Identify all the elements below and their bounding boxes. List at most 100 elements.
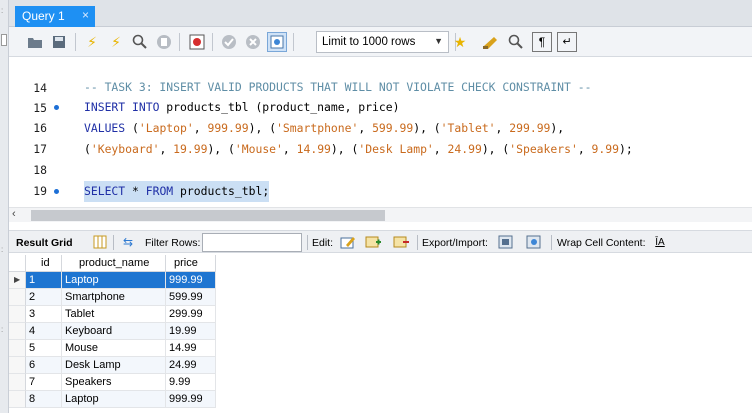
commit-icon[interactable] bbox=[219, 32, 239, 52]
beautify-icon[interactable] bbox=[481, 32, 501, 52]
sql-punctuation: , bbox=[358, 121, 373, 135]
sql-keyword: FROM bbox=[145, 184, 174, 198]
table-row[interactable]: 4 Keyboard 19.99 bbox=[9, 323, 752, 340]
table-row[interactable]: 3 Tablet 299.99 bbox=[9, 306, 752, 323]
limit-rows-value: Limit to 1000 rows bbox=[322, 36, 416, 48]
grid-view-icon[interactable] bbox=[91, 234, 109, 250]
table-cell-id[interactable]: 7 bbox=[26, 374, 62, 391]
folder-open-icon[interactable] bbox=[25, 32, 45, 52]
row-selector[interactable] bbox=[9, 374, 26, 391]
row-selector[interactable] bbox=[9, 323, 26, 340]
table-cell-product-name[interactable]: Smartphone bbox=[62, 289, 166, 306]
add-snippet-icon[interactable]: ★ bbox=[450, 32, 470, 52]
execute-current-icon[interactable]: ⚡ bbox=[106, 32, 126, 52]
table-cell-price[interactable]: 599.99 bbox=[166, 289, 216, 306]
limit-rows-select[interactable]: Limit to 1000 rows ▼ bbox=[316, 31, 449, 53]
find-icon[interactable] bbox=[506, 32, 526, 52]
table-cell-id[interactable]: 1 bbox=[26, 272, 62, 289]
table-cell-id[interactable]: 5 bbox=[26, 340, 62, 357]
edit-row-icon[interactable] bbox=[339, 234, 357, 250]
sql-keyword: INSERT INTO bbox=[84, 100, 160, 114]
import-icon[interactable] bbox=[525, 234, 543, 250]
sql-punctuation: , bbox=[282, 142, 297, 156]
sql-comment: -- TASK 3: INSERT VALID PRODUCTS THAT WI… bbox=[84, 80, 592, 94]
save-icon[interactable] bbox=[49, 32, 69, 52]
query-tab-bar: Query 1 × bbox=[9, 0, 752, 27]
sql-number: 19.99 bbox=[173, 142, 208, 156]
statement-marker-icon bbox=[54, 105, 59, 110]
table-cell-product-name[interactable]: Tablet bbox=[62, 306, 166, 323]
row-selector[interactable] bbox=[9, 391, 26, 408]
editor-line: 17 VALUES ('Laptop', 999.99), ('Smartpho… bbox=[9, 118, 752, 156]
sql-number: 24.99 bbox=[447, 142, 482, 156]
table-row[interactable]: 7 Speakers 9.99 bbox=[9, 374, 752, 391]
row-selector[interactable]: ▶ bbox=[9, 272, 26, 289]
explain-icon[interactable] bbox=[130, 32, 150, 52]
insert-row-icon[interactable] bbox=[364, 234, 382, 250]
column-header-price[interactable]: price bbox=[166, 255, 216, 272]
sql-punctuation: ), ( bbox=[207, 142, 235, 156]
sql-punctuation: , bbox=[577, 142, 592, 156]
sql-number: 9.99 bbox=[591, 142, 619, 156]
sql-punctuation: , bbox=[159, 142, 174, 156]
row-selector[interactable] bbox=[9, 289, 26, 306]
invisible-chars-icon[interactable]: ¶ bbox=[532, 32, 552, 52]
table-cell-id[interactable]: 6 bbox=[26, 357, 62, 374]
row-selector[interactable] bbox=[9, 340, 26, 357]
table-cell-price[interactable]: 999.99 bbox=[166, 272, 216, 289]
filter-rows-input[interactable] bbox=[202, 233, 302, 252]
table-row[interactable]: 5 Mouse 14.99 bbox=[9, 340, 752, 357]
row-selector[interactable] bbox=[9, 357, 26, 374]
tab-title: Query 1 bbox=[22, 9, 65, 23]
rollback-icon[interactable] bbox=[243, 32, 263, 52]
statement-marker-icon bbox=[54, 189, 59, 194]
table-cell-product-name[interactable]: Desk Lamp bbox=[62, 357, 166, 374]
tab-query-1[interactable]: Query 1 × bbox=[15, 6, 95, 27]
table-row[interactable]: 2 Smartphone 599.99 bbox=[9, 289, 752, 306]
wrap-cell-icon[interactable]: ĪA bbox=[651, 234, 669, 250]
table-cell-id[interactable]: 2 bbox=[26, 289, 62, 306]
stop-icon[interactable] bbox=[154, 32, 174, 52]
toggle-error-icon[interactable] bbox=[187, 32, 207, 52]
table-row[interactable]: 6 Desk Lamp 24.99 bbox=[9, 357, 752, 374]
execute-icon[interactable]: ⚡ bbox=[82, 32, 102, 52]
close-icon[interactable]: × bbox=[82, 8, 89, 22]
table-row[interactable]: ▶ 1 Laptop 999.99 bbox=[9, 272, 752, 289]
table-cell-product-name[interactable]: Speakers bbox=[62, 374, 166, 391]
result-grid-tab[interactable]: Result Grid bbox=[16, 237, 73, 249]
column-header-id[interactable]: id bbox=[26, 255, 62, 272]
table-cell-product-name[interactable]: Keyboard bbox=[62, 323, 166, 340]
table-cell-price[interactable]: 14.99 bbox=[166, 340, 216, 357]
table-cell-product-name[interactable]: Laptop bbox=[62, 391, 166, 408]
table-cell-product-name[interactable]: Laptop bbox=[62, 272, 166, 289]
sql-string: 'Tablet' bbox=[440, 121, 496, 135]
table-cell-price[interactable]: 24.99 bbox=[166, 357, 216, 374]
sql-number: 999.99 bbox=[207, 121, 249, 135]
wrap-icon[interactable]: ↵ bbox=[557, 32, 577, 52]
delete-row-icon[interactable] bbox=[392, 234, 410, 250]
sql-string: 'Laptop' bbox=[138, 121, 194, 135]
table-cell-price[interactable]: 19.99 bbox=[166, 323, 216, 340]
autocommit-icon[interactable] bbox=[267, 32, 287, 52]
table-cell-price[interactable]: 999.99 bbox=[166, 391, 216, 408]
column-header-product-name[interactable]: product_name bbox=[62, 255, 166, 272]
editor-horizontal-scrollbar[interactable]: ‹ bbox=[9, 207, 752, 222]
sql-number: 599.99 bbox=[372, 121, 414, 135]
filter-rows-label: Filter Rows: bbox=[145, 237, 201, 249]
table-cell-product-name[interactable]: Mouse bbox=[62, 340, 166, 357]
refresh-icon[interactable]: ⇆ bbox=[119, 234, 137, 250]
scroll-left-icon[interactable]: ‹ bbox=[12, 208, 16, 220]
export-import-label: Export/Import: bbox=[422, 237, 488, 249]
table-row[interactable]: 8 Laptop 999.99 bbox=[9, 391, 752, 408]
sql-editor[interactable]: 14 15 -- TASK 3: INSERT VALID PRODUCTS T… bbox=[9, 57, 752, 219]
sql-punctuation: ), bbox=[550, 121, 565, 135]
table-cell-price[interactable]: 9.99 bbox=[166, 374, 216, 391]
table-cell-price[interactable]: 299.99 bbox=[166, 306, 216, 323]
table-cell-id[interactable]: 3 bbox=[26, 306, 62, 323]
row-selector[interactable] bbox=[9, 306, 26, 323]
export-icon[interactable] bbox=[497, 234, 515, 250]
table-cell-id[interactable]: 4 bbox=[26, 323, 62, 340]
scrollbar-thumb[interactable] bbox=[31, 210, 385, 221]
table-cell-id[interactable]: 8 bbox=[26, 391, 62, 408]
sql-string: 'Desk Lamp' bbox=[358, 142, 434, 156]
